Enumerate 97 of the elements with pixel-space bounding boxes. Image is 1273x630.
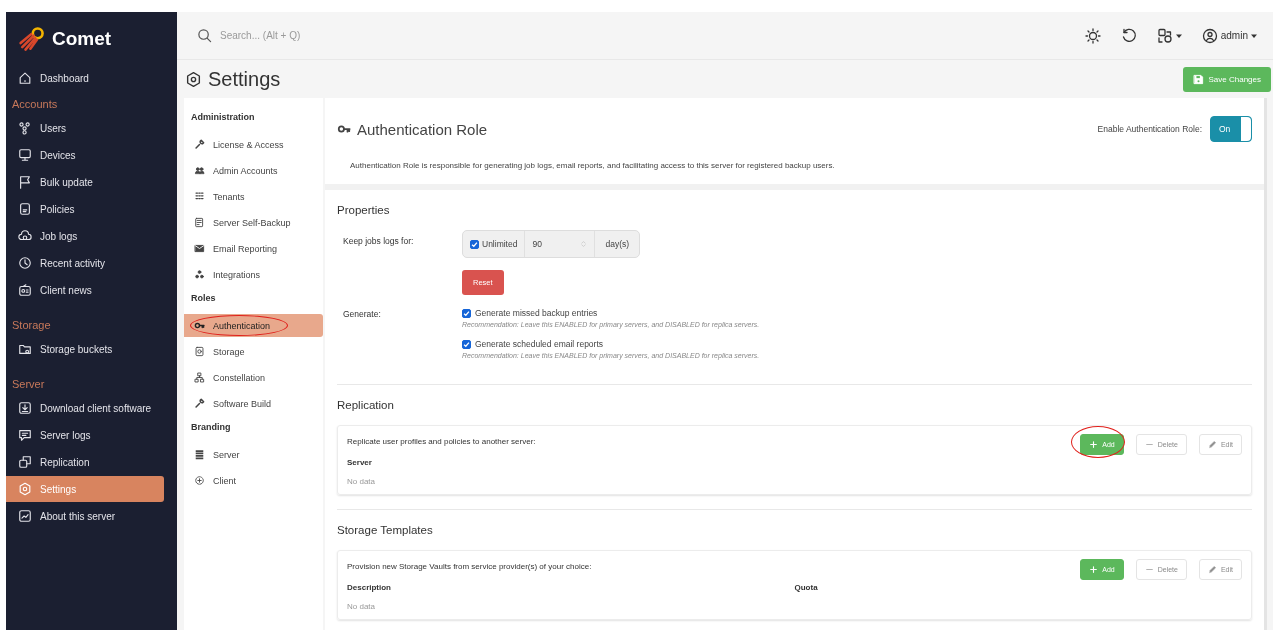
nav-item[interactable]: About this server bbox=[6, 503, 164, 529]
message-icon bbox=[18, 428, 32, 442]
nav-section-heading: Server bbox=[11, 377, 46, 392]
radio-icon bbox=[18, 283, 32, 297]
settings-nav-item[interactable]: Storage bbox=[184, 340, 323, 363]
nav-item[interactable]: Users bbox=[6, 115, 164, 141]
number-input-field[interactable]: 90 bbox=[525, 231, 596, 257]
document-icon bbox=[18, 202, 32, 216]
column-header: Description bbox=[347, 583, 391, 592]
monitor-icon bbox=[18, 148, 32, 162]
settings-nav-item[interactable]: Authentication bbox=[184, 314, 323, 337]
pencil-icon bbox=[1207, 565, 1217, 574]
settings-icon bbox=[185, 70, 202, 88]
nav-item[interactable]: Bulk update bbox=[6, 169, 164, 195]
brand-name: Comet bbox=[52, 28, 112, 50]
envelope-icon bbox=[194, 243, 205, 254]
column-header: Quota bbox=[794, 583, 818, 592]
nav-item[interactable]: Storage buckets bbox=[6, 336, 164, 362]
nav-item[interactable]: Server logs bbox=[6, 422, 164, 448]
nav-item[interactable]: Policies bbox=[6, 196, 164, 222]
unit-label: day(s) bbox=[604, 238, 631, 251]
checkbox-label: Generate scheduled email reports bbox=[475, 339, 604, 349]
checkbox-label: Generate missed backup entries bbox=[475, 308, 598, 318]
section-heading: Properties bbox=[337, 204, 391, 216]
toggle-switch[interactable]: On bbox=[1210, 116, 1252, 142]
devices-icon bbox=[1156, 27, 1173, 44]
settings-nav-item[interactable]: License & Access bbox=[184, 133, 323, 156]
chart-icon bbox=[18, 509, 32, 523]
section-heading: Storage Templates bbox=[337, 524, 434, 536]
server-stack-icon bbox=[194, 449, 205, 460]
nav-item[interactable]: Job logs bbox=[6, 223, 164, 249]
column-header: Server bbox=[347, 458, 372, 467]
checkbox[interactable] bbox=[462, 339, 471, 349]
folder-icon bbox=[18, 342, 32, 356]
settings-nav-item[interactable]: Constellation bbox=[184, 366, 323, 389]
nav-item[interactable]: Client news bbox=[6, 277, 164, 303]
field-label: Generate: bbox=[342, 308, 382, 319]
plus-icon bbox=[1089, 565, 1099, 574]
settings-nav-item[interactable]: Server Self-Backup bbox=[184, 211, 323, 234]
wrench-icon bbox=[194, 139, 205, 150]
settings-nav-item[interactable]: Tenants bbox=[184, 185, 323, 208]
sun-icon[interactable] bbox=[1084, 27, 1101, 44]
empty-message: No data bbox=[347, 477, 377, 486]
disk-icon bbox=[194, 346, 205, 357]
nav-group-heading: Roles bbox=[190, 293, 217, 305]
nav-item[interactable]: Recent activity bbox=[6, 250, 164, 276]
settings-nav-item[interactable]: Email Reporting bbox=[184, 237, 323, 260]
empty-message: No data bbox=[347, 602, 377, 611]
page-title: Settings bbox=[208, 67, 281, 91]
panel-caption: Provision new Storage Vaults from service provider(s) of your choice: bbox=[347, 561, 593, 571]
checkbox[interactable] bbox=[470, 239, 479, 249]
settings-nav-item[interactable]: Admin Accounts bbox=[184, 159, 323, 182]
plus-circle-icon bbox=[194, 475, 205, 486]
key-icon bbox=[194, 320, 205, 331]
toggle-label: Enable Authentication Role: bbox=[1097, 124, 1202, 134]
house-icon bbox=[18, 71, 32, 85]
checkbox-label: Unlimited bbox=[482, 239, 518, 249]
clock-icon bbox=[18, 256, 32, 270]
settings-nav-item[interactable]: Integrations bbox=[184, 263, 323, 286]
devices-menu-button[interactable] bbox=[1156, 27, 1182, 44]
nav-item[interactable]: Dashboard bbox=[6, 65, 164, 91]
pencil-icon bbox=[1207, 440, 1217, 449]
checkbox[interactable] bbox=[462, 308, 471, 318]
description: Authentication Role is responsible for generating job logs, email reports, and facilitating access to this server for registered backup users. bbox=[350, 161, 836, 170]
section-title: Authentication Role bbox=[357, 120, 488, 138]
refresh-icon[interactable] bbox=[1120, 27, 1137, 44]
people-icon bbox=[194, 165, 205, 176]
network-icon bbox=[194, 269, 205, 280]
nav-item[interactable]: Devices bbox=[6, 142, 164, 168]
wrench-icon bbox=[194, 398, 205, 409]
user-menu-button[interactable]: admin bbox=[1201, 27, 1257, 44]
search-icon bbox=[197, 28, 212, 43]
field-label: Keep jobs logs for: bbox=[342, 235, 415, 246]
flag-icon bbox=[18, 175, 32, 189]
nav-group-heading: Branding bbox=[190, 422, 232, 434]
settings-nav-item[interactable]: Server bbox=[184, 443, 323, 466]
nav-item[interactable]: Replication bbox=[6, 449, 164, 475]
download-icon bbox=[18, 401, 32, 415]
cloud-icon bbox=[18, 229, 32, 243]
settings-nav-item[interactable]: Client bbox=[184, 469, 323, 492]
settings-icon bbox=[18, 482, 32, 496]
nav-section-heading: Storage bbox=[11, 318, 52, 333]
settings-nav-item[interactable]: Software Build bbox=[184, 392, 323, 415]
server-backup-icon bbox=[194, 217, 205, 228]
nav-group-heading: Administration bbox=[190, 112, 256, 124]
nav-section-heading: Accounts bbox=[11, 97, 59, 112]
section-heading: Replication bbox=[337, 399, 395, 411]
hierarchy-icon bbox=[194, 372, 205, 383]
search-field[interactable]: Search... (Alt + Q) bbox=[197, 28, 342, 43]
user-avatar-icon bbox=[1201, 27, 1218, 44]
panel-caption: Replicate user profiles and policies to another server: bbox=[347, 436, 537, 446]
nav-item[interactable]: Download client software bbox=[6, 395, 164, 421]
people-icon bbox=[18, 121, 32, 135]
caret-icon bbox=[1251, 32, 1257, 39]
caret-icon bbox=[1175, 32, 1182, 39]
copy-icon bbox=[18, 455, 32, 469]
plus-icon bbox=[1089, 440, 1099, 449]
